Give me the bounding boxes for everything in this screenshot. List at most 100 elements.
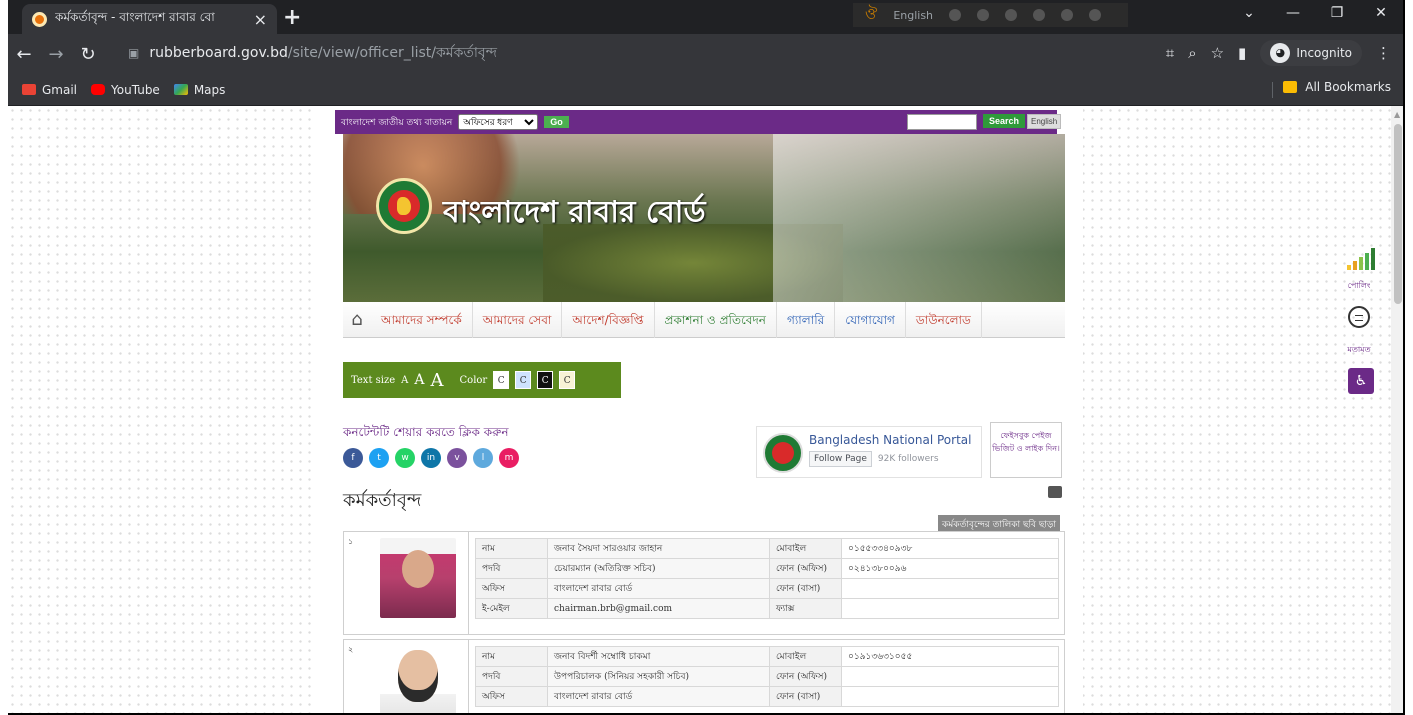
info-icon[interactable] xyxy=(1089,9,1102,21)
menu-item-services[interactable]: আমাদের সেবা xyxy=(473,301,563,338)
officer-phone-home xyxy=(841,686,1059,707)
settings-icon[interactable] xyxy=(1005,9,1018,21)
officer-details: নাম জনাব বিদর্শী সম্বোধি চাকমা মোবাইল ০১… xyxy=(475,646,1059,707)
feedback-label[interactable]: মতামত xyxy=(1344,344,1374,357)
menu-item-about[interactable]: আমাদের সম্পর্কে xyxy=(371,301,473,338)
forward-icon[interactable]: → xyxy=(40,44,72,65)
reload-icon[interactable]: ↻ xyxy=(72,44,104,65)
linkedin-icon[interactable]: in xyxy=(421,448,441,468)
text-size-small-button[interactable]: A xyxy=(401,375,408,386)
facebook-like-prompt[interactable]: ফেইসবুক পেইজ ভিজিট ও লাইক দিন। xyxy=(990,422,1062,478)
back-icon[interactable]: ← xyxy=(8,44,40,65)
incognito-label: Incognito xyxy=(1296,46,1352,60)
close-window-icon[interactable]: ✕ xyxy=(1359,0,1403,26)
field-label: মোবাইল xyxy=(769,646,842,667)
government-seal-logo[interactable] xyxy=(376,178,432,234)
follow-page-button[interactable]: Follow Page xyxy=(809,451,872,467)
page-scrollbar[interactable]: ▲ xyxy=(1391,106,1403,713)
share-buttons: f t w in v l m xyxy=(343,448,519,468)
officer-email[interactable]: chairman.brb@gmail.com xyxy=(547,598,770,619)
site-search-input[interactable] xyxy=(907,114,977,130)
viber-icon[interactable]: v xyxy=(447,448,467,468)
officer-photo xyxy=(380,538,456,618)
copy-link-icon[interactable]: l xyxy=(473,448,493,468)
ime-language[interactable]: English xyxy=(893,9,933,22)
bookmark-star-icon[interactable]: ☆ xyxy=(1211,44,1224,62)
messenger-icon[interactable]: m xyxy=(499,448,519,468)
bookmark-gmail[interactable]: Gmail xyxy=(22,83,77,97)
whatsapp-icon[interactable]: w xyxy=(395,448,415,468)
field-label: ফোন (অফিস) xyxy=(769,558,842,579)
new-tab-button[interactable]: + xyxy=(283,5,301,30)
field-label: মোবাইল xyxy=(769,538,842,559)
office-type-select[interactable]: অফিসের ধরণ xyxy=(458,114,539,130)
side-panel-icon[interactable]: ▮ xyxy=(1238,44,1246,62)
accessibility-icon[interactable]: ♿ xyxy=(1348,368,1374,394)
go-button[interactable]: Go xyxy=(544,116,569,128)
officer-phone-home xyxy=(841,578,1059,599)
close-tab-icon[interactable]: × xyxy=(254,10,267,29)
column-divider xyxy=(468,640,469,713)
minimize-icon[interactable]: — xyxy=(1271,0,1315,26)
color-blue-button[interactable]: C xyxy=(515,371,532,389)
bookmark-label: Gmail xyxy=(42,82,78,97)
browser-tab-active[interactable]: কর্মকর্তাবৃন্দ - বাংলাদেশ রাবার বো × xyxy=(22,4,277,34)
logo-center xyxy=(772,442,794,464)
facebook-page-widget: Bangladesh National Portal Follow Page 9… xyxy=(756,426,982,478)
color-cream-button[interactable]: C xyxy=(559,371,576,389)
bookmark-youtube[interactable]: YouTube xyxy=(91,83,160,97)
officer-phone-office: ০২৪১৩৮০০৯৬ xyxy=(841,558,1059,579)
text-size-label: Text size xyxy=(351,374,396,386)
site-info-icon[interactable]: ▣ xyxy=(128,46,139,60)
color-dark-button[interactable]: C xyxy=(537,371,554,389)
print-icon[interactable] xyxy=(1048,486,1062,498)
address-bar[interactable]: ▣ rubberboard.gov.bd /site/view/officer_… xyxy=(118,38,1088,68)
zoom-icon[interactable]: ⌕ xyxy=(1188,44,1196,62)
menu-item-contact[interactable]: যোগাযোগ xyxy=(835,301,906,338)
toolbar-actions: ⌗ ⌕ ☆ ▮ ◕ Incognito ⋮ xyxy=(1166,38,1391,68)
scrollbar-thumb[interactable] xyxy=(1394,124,1402,304)
officer-phone-office xyxy=(841,666,1059,687)
accessibility-bar: Text size A A A Color C C C C xyxy=(343,362,621,398)
ime-tool-icon[interactable] xyxy=(977,9,990,21)
officer-name: জনাব সৈয়দা সারওয়ার জাহান xyxy=(547,538,770,559)
translate-icon[interactable]: ⌗ xyxy=(1166,44,1174,62)
color-default-button[interactable]: C xyxy=(493,371,510,389)
feedback-icon[interactable] xyxy=(1348,306,1370,328)
search-button[interactable]: Search xyxy=(983,114,1026,128)
officer-office: বাংলাদেশ রাবার বোর্ড xyxy=(547,686,770,707)
language-toggle-button[interactable]: English xyxy=(1027,114,1062,129)
poll-bars-icon[interactable] xyxy=(1347,248,1375,270)
ime-brush-icon[interactable] xyxy=(1033,9,1046,21)
menu-kebab-icon[interactable]: ⋮ xyxy=(1376,44,1391,62)
text-size-medium-button[interactable]: A xyxy=(414,372,424,388)
text-size-large-button[interactable]: A xyxy=(431,370,444,391)
folder-icon xyxy=(1283,81,1298,93)
field-label: অফিস xyxy=(475,686,548,707)
tab-title: কর্মকর্তাবৃন্দ - বাংলাদেশ রাবার বো xyxy=(55,10,215,24)
scroll-up-icon[interactable]: ▲ xyxy=(1394,110,1400,119)
all-bookmarks-button[interactable]: All Bookmarks xyxy=(1283,80,1391,94)
officer-office: বাংলাদেশ রাবার বোর্ড xyxy=(547,578,770,599)
tab-search-icon[interactable]: ⌄ xyxy=(1227,0,1271,26)
all-bookmarks-label: All Bookmarks xyxy=(1305,80,1391,94)
twitter-icon[interactable]: t xyxy=(369,448,389,468)
facebook-icon[interactable]: f xyxy=(343,448,363,468)
national-portal-link[interactable]: বাংলাদেশ জাতীয় তথ্য বাতায়ন xyxy=(341,115,452,130)
bookmark-maps[interactable]: Maps xyxy=(173,83,225,97)
poll-label[interactable]: পোলিং xyxy=(1344,280,1374,293)
help-icon[interactable] xyxy=(1061,9,1074,21)
field-label: ই-মেইল xyxy=(475,598,548,619)
menu-item-download[interactable]: ডাউনলোড xyxy=(906,301,982,338)
home-icon[interactable]: ⌂ xyxy=(343,309,371,330)
restore-icon[interactable]: ❐ xyxy=(1315,0,1359,26)
menu-item-notices[interactable]: আদেশ/বিজ্ঞপ্তি xyxy=(562,301,655,338)
incognito-indicator[interactable]: ◕ Incognito xyxy=(1260,40,1362,66)
menu-item-publications[interactable]: প্রকাশনা ও প্রতিবেদন xyxy=(655,301,777,338)
keyboard-icon[interactable] xyxy=(949,9,962,21)
menu-item-gallery[interactable]: গ্যালারি xyxy=(777,301,836,338)
youtube-icon xyxy=(91,84,106,95)
browser-toolbar: ← → ↻ ▣ rubberboard.gov.bd /site/view/of… xyxy=(8,34,1403,74)
site-banner: বাংলাদেশ রাবার বোর্ড xyxy=(343,134,1065,302)
fb-page-name[interactable]: Bangladesh National Portal xyxy=(809,433,971,447)
